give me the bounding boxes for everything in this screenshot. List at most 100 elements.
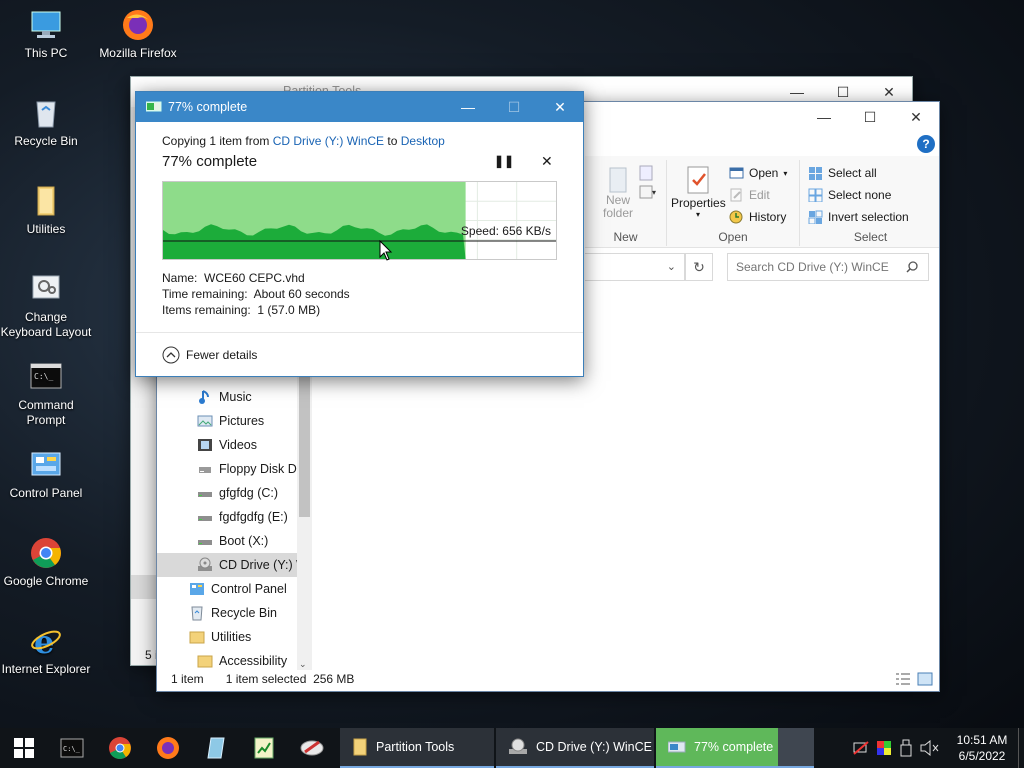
destination-link[interactable]: Desktop [401,134,445,148]
address-bar[interactable]: ⌄ [585,253,685,281]
taskbar-app-chart[interactable] [240,728,288,768]
maximize-button[interactable]: ☐ [847,102,893,132]
svg-text:e: e [34,624,54,658]
desktop-icon-recycle-bin[interactable]: Recycle Bin [0,96,92,149]
nav-item-utilities[interactable]: Utilities [157,625,297,649]
copy-progress-icon [668,741,686,753]
desktop-icon-utilities[interactable]: Utilities [0,184,92,237]
nav-item-label: gfgfdg (C:) [219,486,279,500]
nav-scrollbar-thumb[interactable] [299,372,310,517]
pause-icon: ❚❚ [494,154,515,168]
taskbar-task-partition-tools[interactable]: Partition Tools [340,728,494,768]
status-size: 256 MB [313,672,355,686]
ribbon-group-select: Select all Select none Invert selection … [800,160,941,246]
desktop-icon-internet-explorer[interactable]: e Internet Explorer [0,623,92,677]
source-link[interactable]: CD Drive (Y:) WinCE [273,134,384,148]
nav-item-boot-x[interactable]: Boot (X:) [157,529,297,553]
status-selected: 1 item selected [225,672,307,686]
desktop-icon-this-pc[interactable]: This PC [0,8,92,61]
desktop-icon-command-prompt[interactable]: C:\_ Command Prompt [0,360,92,428]
minimize-button[interactable]: — [445,92,491,122]
minimize-button[interactable]: — [801,102,847,132]
nav-item-pictures[interactable]: Pictures [157,409,297,433]
to-word: to [387,134,398,148]
desktop-icon-change-keyboard-layout[interactable]: Change Keyboard Layout [0,272,92,340]
chrome-icon [109,737,131,759]
search-input[interactable] [736,260,906,274]
close-button[interactable]: ✕ [537,92,583,122]
select-all-button[interactable]: Select all [808,166,877,180]
open-button[interactable]: Open ▾ [729,166,787,180]
new-folder-button[interactable]: New folder [593,164,643,220]
cd-drive-icon [198,557,212,571]
chevron-down-icon[interactable]: ⌄ [667,260,676,273]
divider [136,332,583,333]
time-value: About 60 seconds [253,287,350,301]
history-button[interactable]: History [729,210,786,224]
select-none-button[interactable]: Select none [808,188,891,202]
desktop-icon-google-chrome[interactable]: Google Chrome [0,536,92,589]
network-icon[interactable] [852,740,870,756]
chrome-icon [29,536,63,570]
close-button[interactable]: ✕ [893,102,939,132]
nav-item-control-panel[interactable]: Control Panel [157,577,297,601]
search-box[interactable] [727,253,929,281]
nav-item-drive-c[interactable]: gfgfdg (C:) [157,481,297,505]
details-view-icon[interactable] [895,672,911,686]
close-icon: ✕ [541,153,553,169]
copy-dialog-titlebar[interactable]: 77% complete — ☐ ✕ [136,92,583,122]
nav-item-label: CD Drive (Y:) W [219,558,297,572]
taskbar-task-cd-drive[interactable]: CD Drive (Y:) WinCE [496,728,654,768]
show-desktop-button[interactable] [1018,728,1024,768]
large-icons-view-icon[interactable] [917,672,933,686]
nav-scrollbar[interactable]: ⌄ [297,372,312,670]
task-label: 77% complete [694,740,774,754]
desktop-icon-control-panel[interactable]: Control Panel [0,448,92,501]
recycle-bin-icon [191,606,203,621]
search-icon[interactable] [906,261,918,273]
chart-app-icon [254,737,274,759]
copy-progress-dialog[interactable]: 77% complete — ☐ ✕ Copying 1 item from C… [135,91,584,377]
fewer-details-button[interactable]: Fewer details [162,346,257,364]
control-panel-icon [29,448,63,482]
nav-item-cd-drive-y[interactable]: CD Drive (Y:) W [157,553,297,577]
nav-selection-strip [131,575,157,599]
help-icon[interactable]: ? [917,135,935,153]
clock[interactable]: 10:51 AM 6/5/2022 [950,732,1014,764]
color-app-icon[interactable] [876,740,892,756]
usb-device-icon[interactable] [900,739,912,757]
refresh-button[interactable]: ↻ [685,253,713,281]
desktop-icon-firefox[interactable]: Mozilla Firefox [92,8,184,61]
nav-item-videos[interactable]: Videos [157,433,297,457]
taskbar-task-copy-progress[interactable]: 77% complete [656,728,814,768]
volume-muted-icon[interactable] [920,740,940,756]
edit-label: Edit [749,188,770,202]
taskbar-app-crystal[interactable] [192,728,240,768]
edit-button[interactable]: Edit [729,188,770,202]
desktop-icon-label: Change Keyboard Layout [0,310,92,339]
taskbar-app-tools[interactable] [288,728,336,768]
task-label: Partition Tools [376,740,455,754]
nav-item-recycle-bin[interactable]: Recycle Bin [157,601,297,625]
desktop-icon-label: Recycle Bin [14,134,78,148]
taskbar-firefox[interactable] [144,728,192,768]
drive-icon [198,516,212,521]
nav-item-drive-e[interactable]: fgdfgdfg (E:) [157,505,297,529]
nav-item-floppy-disk[interactable]: Floppy Disk Dri [157,457,297,481]
cancel-button[interactable]: ✕ [541,153,553,170]
windows-logo-icon [14,738,34,758]
invert-selection-button[interactable]: Invert selection [808,210,909,224]
taskbar-cmd[interactable]: C:\_ [48,728,96,768]
taskbar-chrome[interactable] [96,728,144,768]
start-button[interactable] [0,728,48,768]
nav-item-label: Music [219,390,252,404]
new-item-icon[interactable]: ▾ [637,164,659,204]
svg-text:▾: ▾ [652,188,656,197]
folder-icon [29,184,63,218]
folder-icon [353,738,367,756]
drive-icon [198,492,212,497]
ribbon-group-label: Open [718,230,748,244]
nav-item-music[interactable]: Music [157,385,297,409]
properties-button[interactable]: Properties ▾ [671,164,726,219]
pause-button[interactable]: ❚❚ [494,154,514,168]
